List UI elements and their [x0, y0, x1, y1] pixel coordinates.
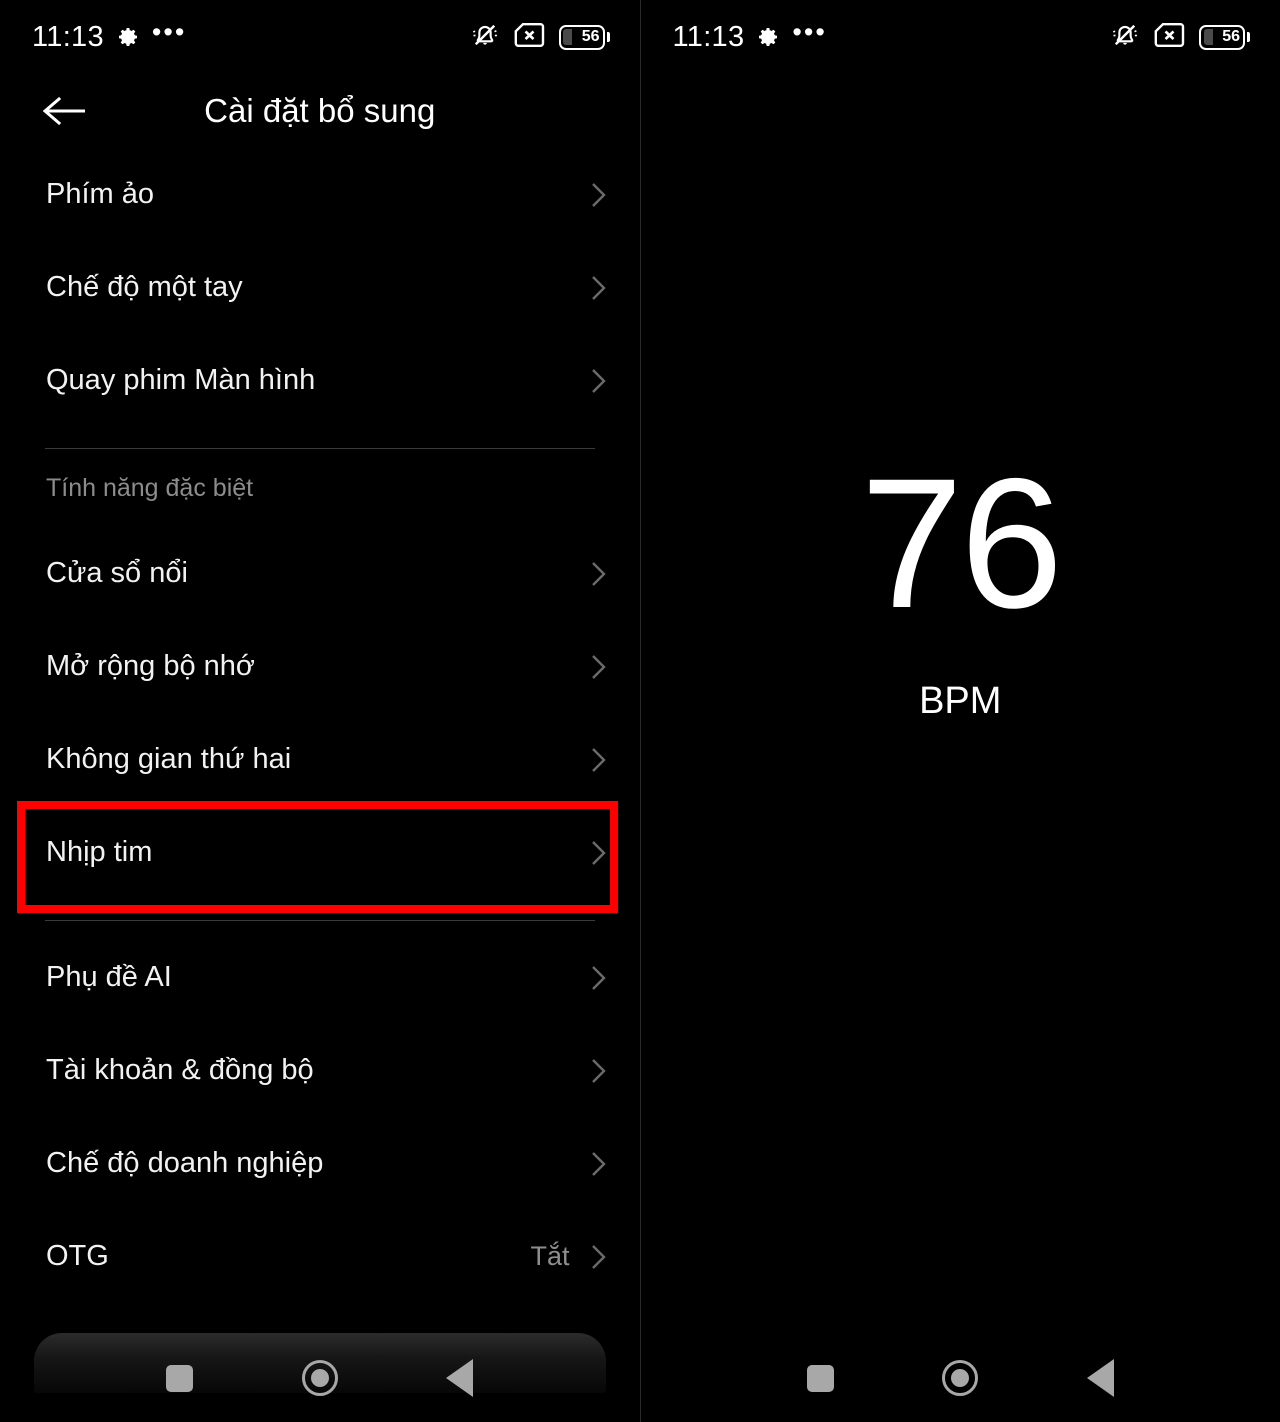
status-bar-right-group: 56 — [1110, 20, 1250, 55]
list-item[interactable]: Phụ đề AI — [0, 931, 640, 1024]
list-item-label: Phụ đề AI — [46, 961, 172, 993]
list-item[interactable]: Cửa sổ nổi — [0, 527, 640, 620]
list-item-label: Không gian thứ hai — [46, 743, 292, 775]
settings-list: Phím ảo Chế độ một tay Quay phim Màn hìn… — [0, 148, 640, 1303]
nav-bar-right — [641, 1334, 1280, 1422]
list-item-label: Tài khoản & đồng bộ — [46, 1054, 314, 1086]
battery-icon: 56 — [558, 24, 610, 50]
overflow-dots-icon: ••• — [792, 17, 827, 47]
chevron-right-icon — [590, 273, 608, 303]
nav-bar-left — [0, 1334, 640, 1422]
battery-icon: 56 — [1199, 24, 1250, 50]
list-item[interactable]: Chế độ một tay — [0, 241, 640, 334]
no-sim-icon — [514, 22, 545, 53]
list-item-value: Tắt — [530, 1241, 570, 1271]
silent-bell-icon — [1110, 20, 1140, 55]
chevron-right-icon — [590, 838, 608, 868]
list-item[interactable]: Chế độ doanh nghiệp — [0, 1117, 640, 1210]
chevron-right-icon — [590, 745, 608, 775]
chevron-right-icon — [590, 366, 608, 396]
chevron-right-icon — [590, 1242, 608, 1272]
triangle-back-icon[interactable] — [1030, 1334, 1170, 1422]
triangle-back-icon[interactable] — [390, 1334, 530, 1422]
list-item-label: Quay phim Màn hình — [46, 364, 316, 396]
battery-percent-label: 56 — [581, 28, 600, 45]
chevron-right-icon — [590, 180, 608, 210]
left-phone-screen: 11:13 ••• 56 Cài đặt bổ sung Phím ảo Chế… — [0, 0, 640, 1422]
silent-bell-icon — [470, 20, 500, 55]
list-item[interactable]: Mở rộng bộ nhớ — [0, 620, 640, 713]
left-app-bar: Cài đặt bổ sung — [0, 74, 640, 148]
circle-home-icon[interactable] — [250, 1334, 390, 1422]
chevron-right-icon — [590, 963, 608, 993]
list-item[interactable]: Phím ảo — [0, 148, 640, 241]
list-item-heart-rate[interactable]: Nhịp tim — [0, 806, 640, 899]
list-item-label: Chế độ một tay — [46, 271, 243, 303]
circle-home-icon[interactable] — [890, 1334, 1030, 1422]
square-recents-icon[interactable] — [110, 1334, 250, 1422]
status-bar-left-group: 11:13 ••• — [32, 17, 187, 54]
status-clock: 11:13 — [672, 20, 745, 53]
chevron-right-icon — [590, 1056, 608, 1086]
chevron-right-icon — [590, 652, 608, 682]
status-clock: 11:13 — [32, 20, 104, 53]
chevron-right-icon — [590, 559, 608, 589]
list-item-otg[interactable]: OTG Tắt — [0, 1210, 640, 1303]
dual-screenshot-container: 11:13 ••• 56 Cài đặt bổ sung Phím ảo Chế… — [0, 0, 1280, 1422]
list-item-label: OTG — [46, 1240, 109, 1272]
gear-icon — [116, 25, 140, 49]
list-item-label: Phím ảo — [46, 178, 154, 210]
arrow-left-icon — [42, 96, 85, 126]
no-sim-icon — [1154, 22, 1185, 53]
list-item-label: Mở rộng bộ nhớ — [46, 650, 255, 682]
list-item-label: Nhịp tim — [46, 836, 153, 868]
list-item-label: Chế độ doanh nghiệp — [46, 1147, 324, 1179]
back-button-left[interactable] — [28, 96, 102, 126]
status-bar-left-group: 11:13 ••• — [672, 17, 827, 54]
list-item[interactable]: Không gian thứ hai — [0, 713, 640, 806]
chevron-right-icon — [590, 1149, 608, 1179]
list-item[interactable]: Quay phim Màn hình — [0, 334, 640, 427]
list-item[interactable]: Tài khoản & đồng bộ — [0, 1024, 640, 1117]
list-item-label: Cửa sổ nổi — [46, 557, 188, 589]
square-recents-icon[interactable] — [750, 1334, 890, 1422]
section-header: Tính năng đặc biệt — [46, 473, 254, 502]
overflow-dots-icon: ••• — [151, 17, 187, 47]
gear-icon — [756, 25, 780, 49]
bpm-unit-label: BPM — [919, 680, 1002, 722]
status-bar-right: 11:13 ••• 56 — [641, 0, 1280, 74]
status-bar-left: 11:13 ••• 56 — [0, 0, 640, 74]
bpm-value: 76 — [860, 441, 1063, 647]
right-phone-screen: 11:13 ••• 56 76 BPM — [639, 0, 1280, 1422]
status-bar-right-group: 56 — [470, 20, 610, 55]
battery-percent-label: 56 — [1222, 28, 1240, 45]
section-divider — [45, 920, 595, 921]
